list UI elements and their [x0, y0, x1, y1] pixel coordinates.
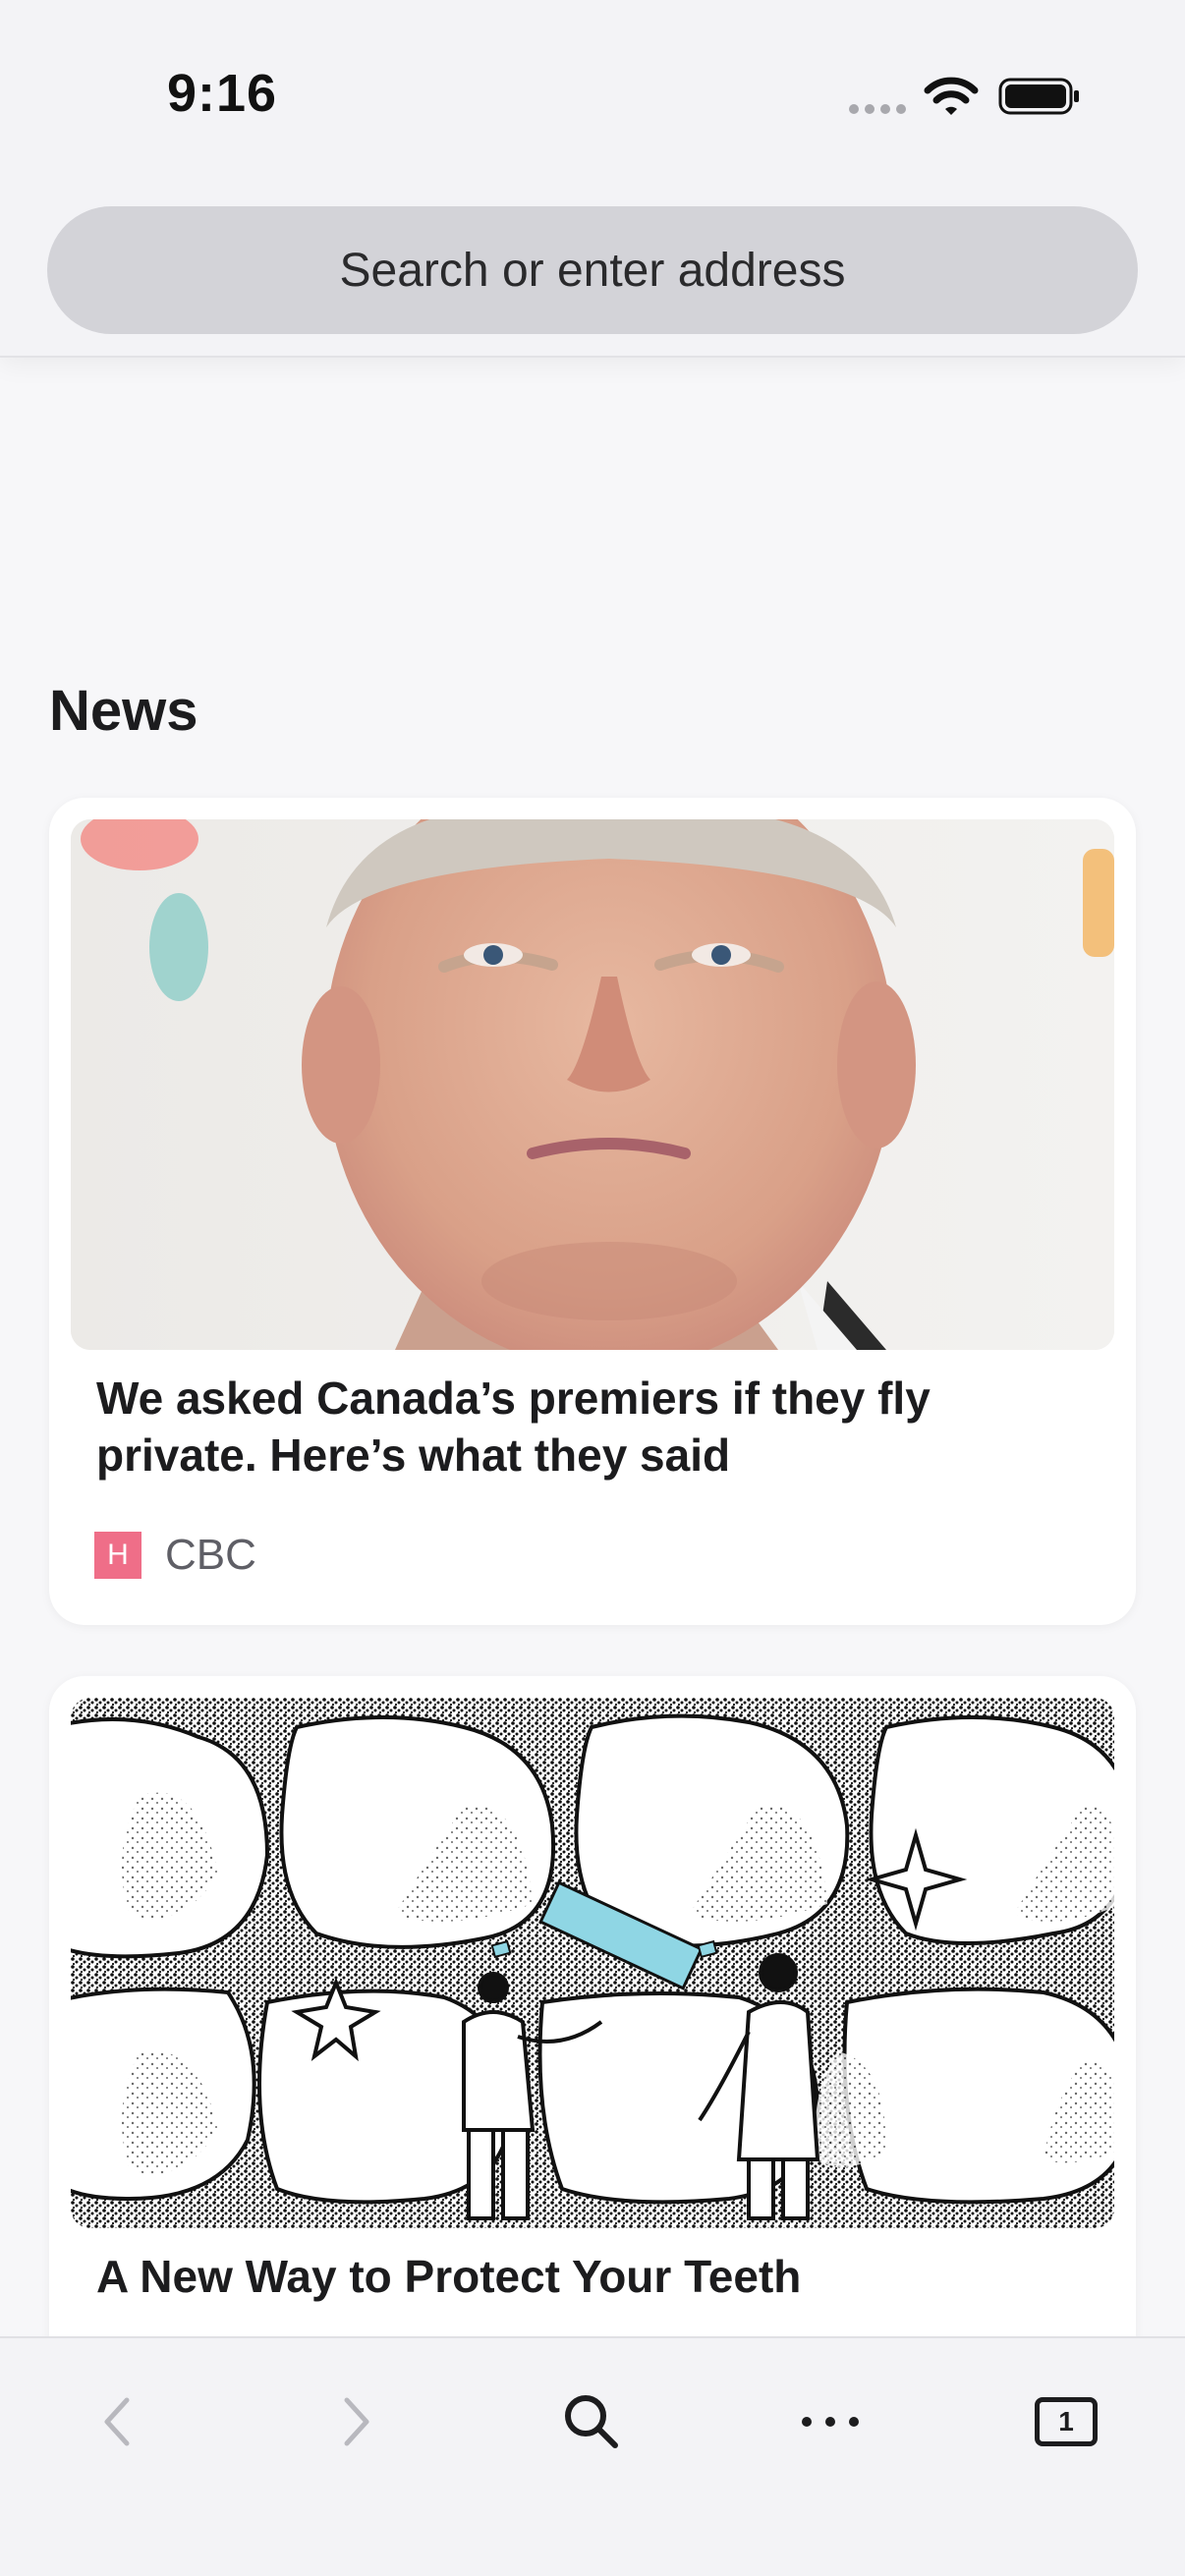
status-time: 9:16	[167, 64, 278, 123]
address-bar[interactable]: Search or enter address	[47, 206, 1138, 334]
chevron-left-icon	[104, 2397, 130, 2446]
article-headline: We asked Canada’s premiers if they fly p…	[96, 1372, 931, 1481]
more-menu-button[interactable]	[786, 2378, 875, 2466]
cellular-signal-icon	[849, 104, 906, 114]
article-headline: A New Way to Protect Your Teeth	[96, 2251, 802, 2302]
search-button[interactable]	[547, 2378, 636, 2466]
browser-screen: 9:16 Search or enter address News We ask…	[0, 0, 1185, 2576]
tab-count: 1	[1035, 2397, 1098, 2446]
tabs-button[interactable]: 1	[1022, 2378, 1110, 2466]
news-card[interactable]: A New Way to Protect Your Teeth	[49, 1676, 1136, 2423]
more-dots-icon	[802, 2417, 859, 2427]
address-placeholder: Search or enter address	[339, 244, 846, 297]
forward-button[interactable]	[312, 2378, 401, 2466]
battery-icon	[998, 78, 1079, 115]
news-card[interactable]: We asked Canada’s premiers if they fly p…	[49, 798, 1136, 1625]
source-name: CBC	[165, 1531, 256, 1579]
top-chrome: 9:16 Search or enter address	[0, 0, 1185, 358]
article-image	[71, 1698, 1114, 2228]
search-icon	[565, 2395, 618, 2448]
article-source: H CBC	[94, 1531, 256, 1580]
bottom-toolbar: 1	[0, 2336, 1185, 2576]
chevron-right-icon	[344, 2397, 369, 2446]
wifi-icon	[924, 77, 979, 115]
article-image	[71, 819, 1114, 1350]
back-button[interactable]	[73, 2378, 161, 2466]
source-logo-icon: H	[94, 1532, 141, 1579]
news-section-title: News	[49, 679, 198, 743]
